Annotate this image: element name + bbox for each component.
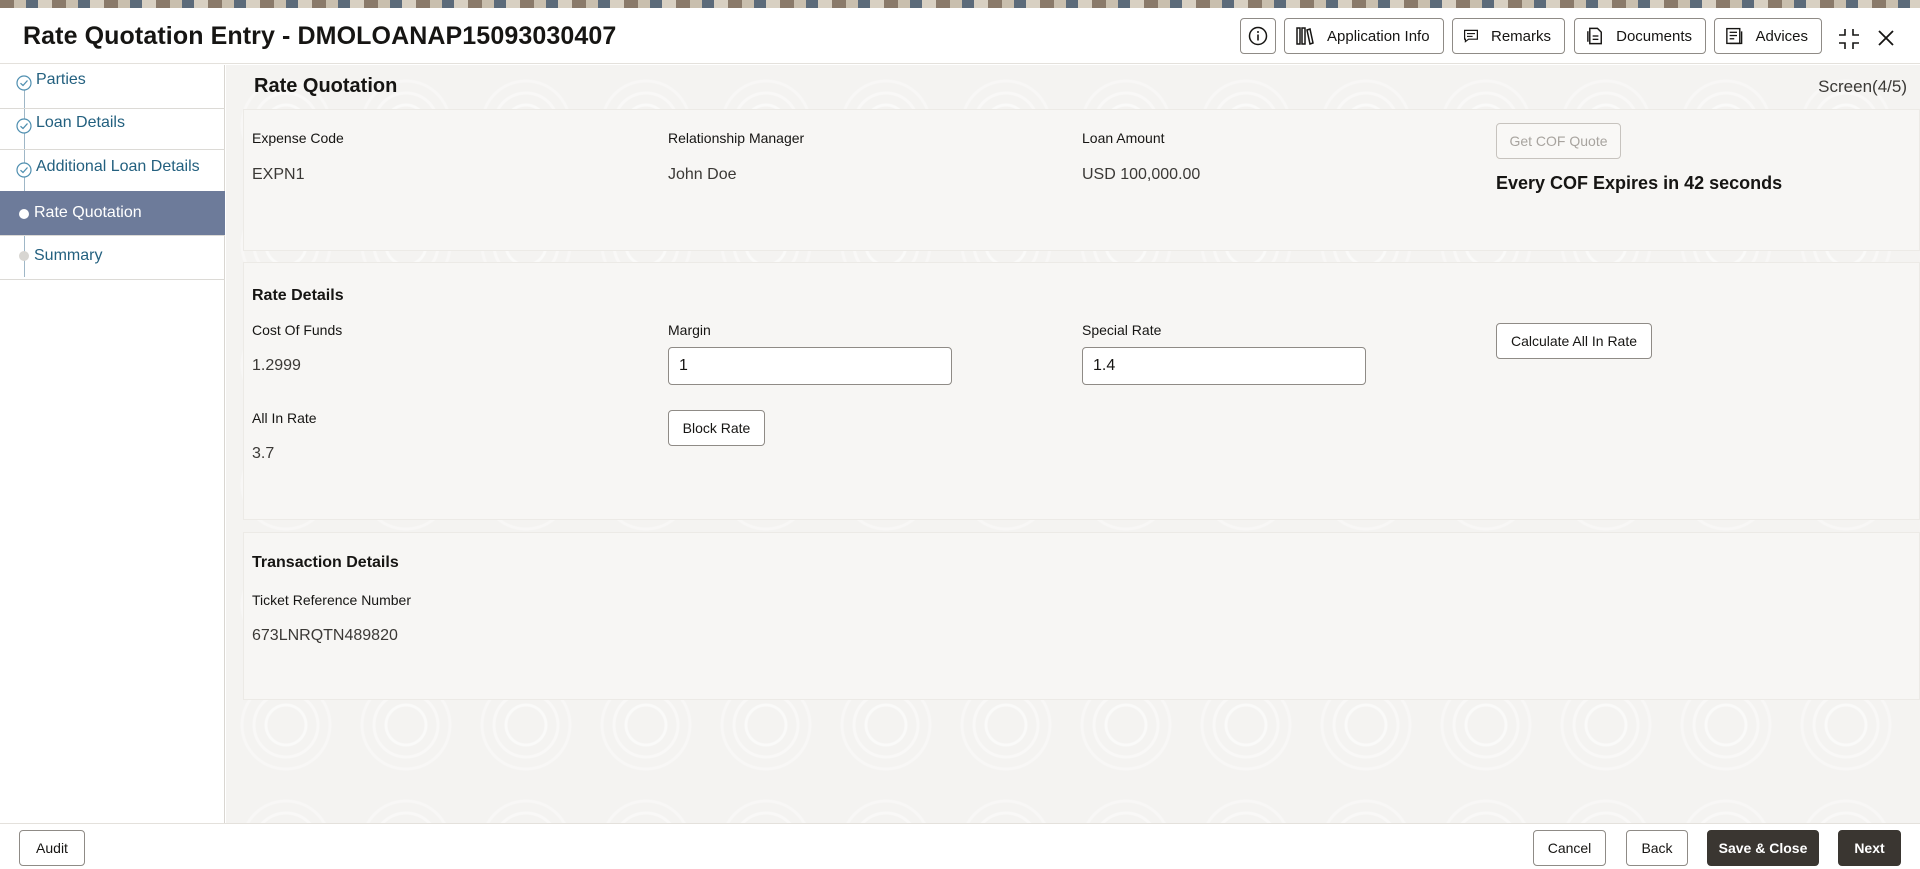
step-label: Parties xyxy=(36,71,86,88)
top-decorative-strip xyxy=(0,0,1920,8)
advices-button[interactable]: Advices xyxy=(1714,18,1822,54)
page-title: Rate Quotation Entry - DMOLOANAP15093030… xyxy=(23,22,617,50)
step-navigation: Parties Loan Details Additional Loan Det… xyxy=(0,65,225,823)
cancel-button[interactable]: Cancel xyxy=(1533,830,1606,866)
application-info-label: Application Info xyxy=(1327,27,1430,45)
margin-input[interactable] xyxy=(668,347,952,385)
relationship-manager-label: Relationship Manager xyxy=(668,130,805,146)
check-circle-icon xyxy=(16,118,32,134)
relationship-manager-value: John Doe xyxy=(668,166,737,183)
documents-label: Documents xyxy=(1616,27,1692,45)
special-rate-label: Special Rate xyxy=(1082,322,1162,338)
special-rate-input[interactable] xyxy=(1082,347,1366,385)
step-label: Additional Loan Details xyxy=(36,158,200,175)
remarks-icon xyxy=(1463,29,1478,43)
remarks-button[interactable]: Remarks xyxy=(1452,18,1565,54)
application-info-button[interactable]: Application Info xyxy=(1284,18,1444,54)
back-button[interactable]: Back xyxy=(1626,830,1688,866)
screen-indicator: Screen(4/5) xyxy=(1818,77,1907,96)
info-button[interactable] xyxy=(1240,18,1276,54)
expense-code-value: EXPN1 xyxy=(252,166,305,183)
remarks-label: Remarks xyxy=(1490,27,1551,45)
current-step-dot-icon xyxy=(19,209,29,219)
step-loan-details[interactable]: Loan Details xyxy=(0,106,225,150)
step-label: Loan Details xyxy=(36,114,125,131)
header: Rate Quotation Entry - DMOLOANAP15093030… xyxy=(0,8,1920,64)
close-icon[interactable] xyxy=(1876,28,1896,48)
quote-card: Expense Code EXPN1 Relationship Manager … xyxy=(243,109,1920,251)
expense-code-label: Expense Code xyxy=(252,130,344,146)
cof-expiry-text: Every COF Expires in 42 seconds xyxy=(1496,173,1783,193)
step-rate-quotation[interactable]: Rate Quotation xyxy=(0,191,225,236)
info-icon xyxy=(1248,26,1268,46)
section-title: Rate Quotation xyxy=(254,75,398,97)
main-content: Rate Quotation Screen(4/5) Expense Code … xyxy=(226,65,1920,823)
all-in-rate-label: All In Rate xyxy=(252,410,317,426)
loan-amount-label: Loan Amount xyxy=(1082,130,1165,146)
advices-label: Advices xyxy=(1755,27,1808,45)
ticket-reference-value: 673LNRQTN489820 xyxy=(252,627,398,644)
rate-details-title: Rate Details xyxy=(252,287,344,304)
advices-icon xyxy=(1726,27,1743,45)
step-additional-loan-details[interactable]: Additional Loan Details xyxy=(0,150,225,194)
documents-icon xyxy=(1587,27,1602,45)
cost-of-funds-label: Cost Of Funds xyxy=(252,322,343,338)
loan-amount-value: USD 100,000.00 xyxy=(1082,166,1201,183)
step-summary[interactable]: Summary xyxy=(0,236,225,280)
audit-button[interactable]: Audit xyxy=(19,830,85,866)
step-label: Rate Quotation xyxy=(34,204,142,221)
check-circle-icon xyxy=(16,162,32,178)
ticket-reference-label: Ticket Reference Number xyxy=(252,592,411,608)
documents-button[interactable]: Documents xyxy=(1574,18,1706,54)
footer: Audit Cancel Back Save & Close Next xyxy=(0,823,1920,869)
block-rate-button[interactable]: Block Rate xyxy=(668,410,765,446)
cost-of-funds-value: 1.2999 xyxy=(252,357,301,374)
transaction-details-card: Transaction Details Ticket Reference Num… xyxy=(243,532,1920,700)
transaction-details-title: Transaction Details xyxy=(252,554,399,571)
collapse-icon[interactable] xyxy=(1838,28,1860,50)
save-and-close-button[interactable]: Save & Close xyxy=(1707,830,1819,866)
rate-details-card: Rate Details Cost Of Funds 1.2999 Margin… xyxy=(243,262,1920,520)
all-in-rate-value: 3.7 xyxy=(252,445,275,462)
get-cof-quote-button[interactable]: Get COF Quote xyxy=(1496,123,1621,159)
next-button[interactable]: Next xyxy=(1838,830,1901,866)
step-label: Summary xyxy=(34,247,103,264)
application-info-icon xyxy=(1296,27,1314,45)
step-parties[interactable]: Parties xyxy=(0,65,225,109)
pending-step-dot-icon xyxy=(19,251,29,261)
margin-label: Margin xyxy=(668,322,711,338)
calculate-all-in-rate-button[interactable]: Calculate All In Rate xyxy=(1496,323,1652,359)
check-circle-icon xyxy=(16,75,32,91)
